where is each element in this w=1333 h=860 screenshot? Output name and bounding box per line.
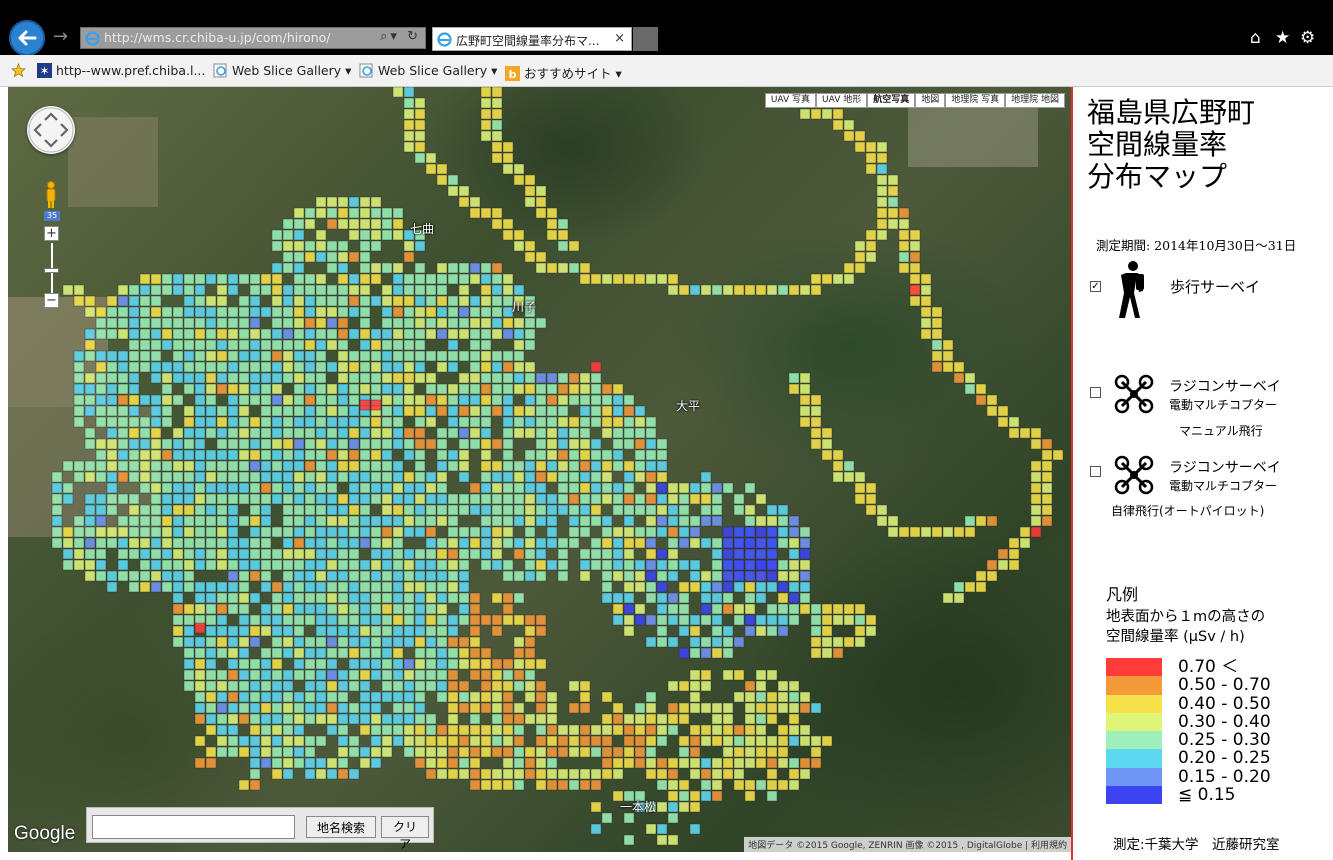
manual-flight-label: マニュアル飛行 [1179, 424, 1263, 438]
legend-desc-line-1: 地表面から１mの高さの [1106, 609, 1266, 625]
map-type-button[interactable]: 航空写真 [867, 93, 916, 108]
star-badge-icon: ✶ [37, 63, 52, 78]
side-panel: 福島県広野町 空間線量率 分布マップ 測定期間: 2014年10月30日〜31日… [1071, 87, 1333, 860]
favorites-star-icon[interactable]: ★ [1275, 28, 1290, 48]
map-type-button[interactable]: 地理院 写真 [945, 93, 1006, 108]
favorite-link-recommended[interactable]: b おすすめサイト ▾ [505, 63, 622, 82]
map-type-button[interactable]: UAV 地形 [816, 93, 868, 108]
favorite-link-web-slice-2[interactable]: Web Slice Gallery ▾ [359, 63, 497, 78]
favorite-label-1: http--www.pref.chiba.l... [56, 63, 206, 78]
legend-swatch [1106, 676, 1162, 695]
browser-tab[interactable]: 広野町空間線量率分布マ... × [432, 27, 632, 51]
favorite-link-web-slice-1[interactable]: Web Slice Gallery ▾ [213, 63, 351, 78]
map-type-button[interactable]: UAV 写真 [764, 93, 817, 108]
favorite-label-2: Web Slice Gallery ▾ [232, 63, 352, 78]
legend-swatch [1106, 786, 1162, 805]
place-label-ipponmatsu: 一本松 [620, 800, 657, 814]
ie-logo-icon [85, 31, 100, 46]
map-type-selector: UAV 写真 UAV 地形 航空写真 地図 地理院 写真 地理院 地図 [764, 93, 1065, 108]
favorite-label-4: おすすめサイト ▾ [524, 66, 622, 81]
back-arrow-icon [18, 30, 37, 46]
legend-swatch [1106, 712, 1162, 732]
ie-page-icon [213, 63, 227, 78]
place-search-input[interactable] [92, 815, 295, 839]
walking-survey-checkbox[interactable]: ✓ [1090, 281, 1101, 292]
pan-control[interactable] [27, 106, 75, 154]
walking-person-icon [1119, 261, 1144, 318]
place-search-box: 地名検索 クリア [86, 807, 434, 851]
place-label-nanamagari: 七曲 [410, 222, 435, 236]
dose-rate-grid [51, 87, 1064, 846]
tab-close-icon[interactable]: × [614, 31, 625, 46]
back-button[interactable] [9, 20, 45, 56]
address-url: http://wms.cr.chiba-u.jp/com/hirono/ [104, 30, 331, 45]
zoom-level-badge: 35 [44, 211, 60, 221]
place-search-button[interactable]: 地名検索 [306, 816, 376, 838]
map-attribution[interactable]: 地図データ ©2015 Google, ZENRIN 画像 ©2015 , Di… [744, 837, 1071, 852]
auto-flight-label: 自律飛行(オートパイロット) [1111, 504, 1265, 518]
place-label-oodaira: 大平 [676, 399, 701, 413]
rc-manual-checkbox[interactable] [1090, 387, 1101, 398]
add-favorite-icon [11, 63, 26, 78]
credit: 測定:千葉大学 近藤研究室 [1113, 837, 1280, 853]
rc-survey-label-1: ラジコンサーベイ [1169, 379, 1281, 395]
multicopter-icon [1114, 374, 1154, 414]
browser-toolbar: → http://wms.cr.chiba-u.jp/com/hirono/ ⌕… [0, 0, 1333, 56]
map-type-button[interactable]: 地図 [915, 93, 946, 108]
legend-description: 地表面から１mの高さの 空間線量率 (μSv / h) [1106, 607, 1265, 647]
tab-title: 広野町空間線量率分布マ... [456, 34, 600, 48]
map-canvas[interactable]: 七曲 川子 大平 一本松 UAV 写真 UAV 地形 航空写真 地図 地理院 写真 地理院… [8, 87, 1071, 852]
home-icon[interactable]: ⌂ [1250, 28, 1261, 48]
legend-swatch [1106, 767, 1162, 787]
legend-label: 0.15 - 0.20 [1178, 766, 1271, 787]
rc-survey-sub-2: 電動マルチコプター [1169, 479, 1278, 493]
forward-arrow-icon[interactable]: → [53, 27, 73, 47]
favorites-bar: ✶ http--www.pref.chiba.l... Web Slice Gal… [0, 55, 1333, 87]
new-tab-button[interactable] [633, 27, 658, 51]
legend-label: 0.50 - 0.70 [1178, 675, 1271, 696]
legend-swatch [1106, 731, 1162, 750]
map-type-button[interactable]: 地理院 地図 [1005, 93, 1065, 108]
legend-desc-line-2: 空間線量率 (μSv / h) [1106, 629, 1245, 645]
legend-title: 凡例 [1106, 585, 1139, 604]
zoom-in-button[interactable]: + [44, 226, 59, 241]
rc-survey-label-2: ラジコンサーベイ [1169, 460, 1281, 476]
pegman-icon[interactable] [44, 181, 58, 209]
legend-label: 0.30 - 0.40 [1178, 711, 1271, 732]
pan-arrows-icon [28, 107, 74, 153]
measurement-period: 測定期間: 2014年10月30日〜31日 [1096, 238, 1297, 253]
legend-label: ≦ 0.15 [1178, 785, 1236, 806]
clear-button[interactable]: クリア [381, 816, 429, 851]
legend-label: 0.70 ＜ [1178, 657, 1239, 677]
settings-gear-icon[interactable]: ⚙ [1300, 28, 1315, 48]
legend-swatch [1106, 658, 1162, 677]
address-bar[interactable]: http://wms.cr.chiba-u.jp/com/hirono/ ⌕▾ … [80, 27, 426, 49]
ie-page-icon [437, 32, 452, 47]
legend-label: 0.40 - 0.50 [1178, 693, 1271, 714]
favorites-star-add-icon[interactable] [11, 63, 30, 78]
place-label-kawago: 川子 [512, 300, 537, 314]
address-controls[interactable]: ⌕▾ ↻ [380, 29, 421, 44]
svg-text:✶: ✶ [39, 64, 49, 78]
legend-label: 0.20 - 0.25 [1178, 748, 1271, 769]
google-logo: Google [14, 823, 76, 844]
legend-label: 0.25 - 0.30 [1178, 730, 1271, 751]
walking-survey-label: 歩行サーベイ [1170, 278, 1261, 296]
rc-survey-sub-1: 電動マルチコプター [1169, 398, 1278, 412]
zoom-out-button[interactable]: − [44, 293, 59, 308]
legend-swatch [1106, 694, 1162, 713]
dose-cells [51, 87, 1064, 846]
favorite-link-pref-chiba[interactable]: ✶ http--www.pref.chiba.l... [37, 63, 205, 78]
favorite-label-3: Web Slice Gallery ▾ [378, 63, 498, 78]
ie-page-icon [359, 63, 373, 78]
panel-title: 福島県広野町 空間線量率 分布マップ [1087, 96, 1256, 193]
bing-icon: b [505, 66, 520, 81]
legend-swatch [1106, 749, 1162, 768]
zoom-slider-thumb[interactable] [44, 268, 59, 273]
rc-auto-checkbox[interactable] [1090, 466, 1101, 477]
multicopter-icon [1114, 455, 1154, 495]
svg-text:b: b [509, 68, 517, 81]
